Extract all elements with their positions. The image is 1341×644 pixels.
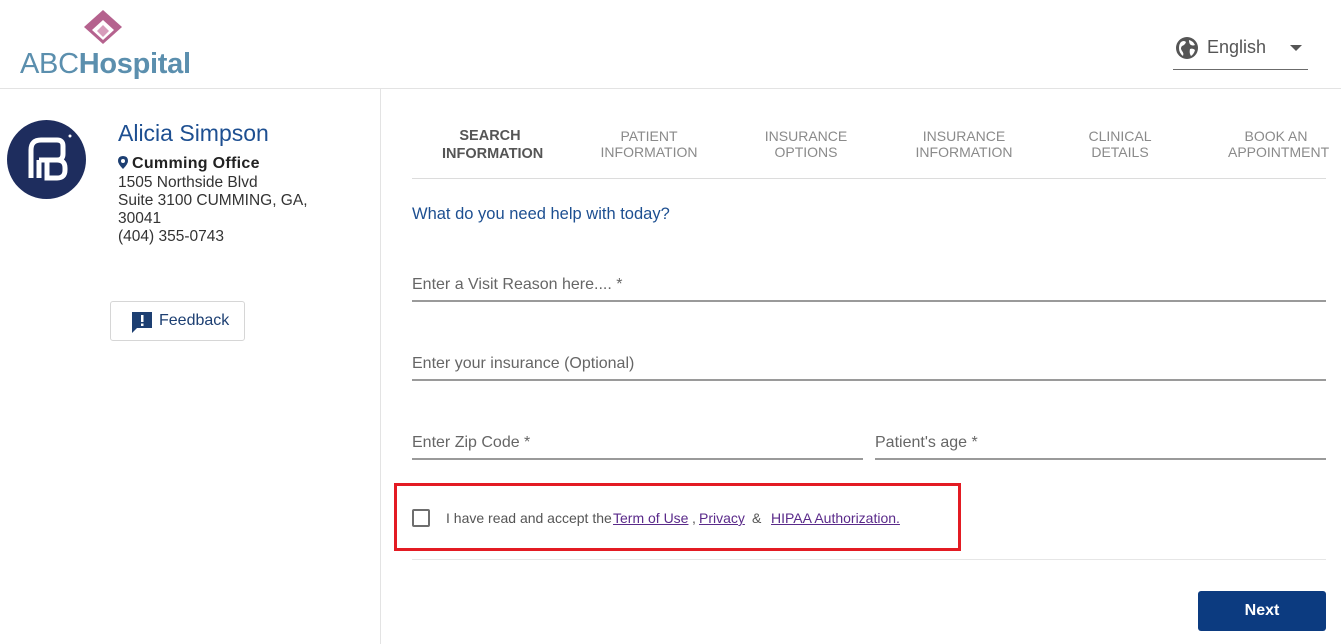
feedback-label: Feedback [159, 312, 230, 329]
terms-of-use-link[interactable]: Term of Use [613, 510, 688, 526]
consent-ampersand: & [752, 510, 762, 526]
hipaa-authorization-link[interactable]: HIPAA Authorization. [771, 510, 900, 526]
step-insurance-options[interactable]: INSURANCE OPTIONS [761, 128, 851, 160]
step-line-1: PATIENT [620, 128, 678, 144]
step-book-appointment[interactable]: BOOK AN APPOINTMENT [1228, 128, 1330, 160]
visit-reason-placeholder: Enter a Visit Reason here.... * [412, 276, 623, 293]
office-name: Cumming Office [118, 155, 260, 173]
logo-mark-icon [84, 10, 122, 44]
phone-number: (404) 355-0743 [118, 228, 224, 245]
form-divider [412, 559, 1326, 560]
patient-age-input[interactable]: Patient's age * [875, 434, 1326, 460]
logo-prefix: ABC [20, 48, 79, 80]
help-prompt: What do you need help with today? [412, 205, 670, 223]
language-label: English [1207, 37, 1267, 57]
step-search-information[interactable]: SEARCH INFORMATION [442, 128, 544, 162]
logo-text: ABCHospital [20, 48, 191, 81]
map-pin-icon [118, 156, 128, 169]
insurance-placeholder: Enter your insurance (Optional) [412, 355, 635, 372]
office-label: Cumming Office [132, 155, 260, 172]
chevron-down-icon [1290, 45, 1302, 51]
provider-sidebar: Alicia Simpson Cumming Office 1505 North… [0, 89, 381, 644]
logo-suffix: Hospital [78, 48, 191, 80]
provider-logo-icon [28, 134, 72, 181]
insurance-input[interactable]: Enter your insurance (Optional) [412, 355, 1326, 381]
step-line-2: OPTIONS [774, 144, 838, 160]
address-line-1: 1505 Northside Blvd [118, 174, 258, 191]
consent-comma: , [692, 510, 696, 526]
step-patient-information[interactable]: PATIENT INFORMATION [599, 128, 699, 160]
feedback-button[interactable]: Feedback [110, 301, 245, 341]
step-line-1: INSURANCE [764, 128, 848, 144]
step-line-1: BOOK AN [1244, 128, 1308, 144]
globe-icon [1176, 37, 1198, 59]
step-line-2: INFORMATION [915, 144, 1013, 160]
consent-checkbox[interactable] [412, 509, 430, 527]
provider-avatar [7, 120, 86, 199]
next-button[interactable]: Next [1198, 591, 1326, 631]
zip-code-input[interactable]: Enter Zip Code * [412, 434, 863, 460]
step-clinical-details[interactable]: CLINICAL DETAILS [1084, 128, 1156, 160]
step-line-1: CLINICAL [1088, 128, 1152, 144]
provider-name: Alicia Simpson [118, 120, 269, 146]
step-line-2: DETAILS [1091, 144, 1149, 160]
zip-code-placeholder: Enter Zip Code * [412, 434, 531, 451]
step-line-1: INSURANCE [922, 128, 1006, 144]
step-insurance-information[interactable]: INSURANCE INFORMATION [912, 128, 1016, 160]
step-line-1: SEARCH [459, 128, 521, 144]
step-line-2: APPOINTMENT [1228, 144, 1330, 160]
language-selector[interactable]: English [1173, 32, 1308, 70]
address-line-3: 30041 [118, 210, 162, 227]
step-line-2: INFORMATION [600, 144, 698, 160]
visit-reason-input[interactable]: Enter a Visit Reason here.... * [412, 276, 1326, 302]
header: ABCHospital English [0, 0, 1341, 89]
consent-text: I have read and accept the [446, 510, 612, 526]
booking-stepper: SEARCH INFORMATION PATIENT INFORMATION I… [412, 128, 1330, 179]
patient-age-placeholder: Patient's age * [875, 434, 978, 451]
privacy-link[interactable]: Privacy [699, 510, 745, 526]
feedback-icon [132, 312, 152, 333]
hospital-logo[interactable]: ABCHospital [20, 10, 191, 82]
address-line-2: Suite 3100 CUMMING, GA, [118, 192, 308, 209]
step-line-2: INFORMATION [442, 146, 544, 162]
